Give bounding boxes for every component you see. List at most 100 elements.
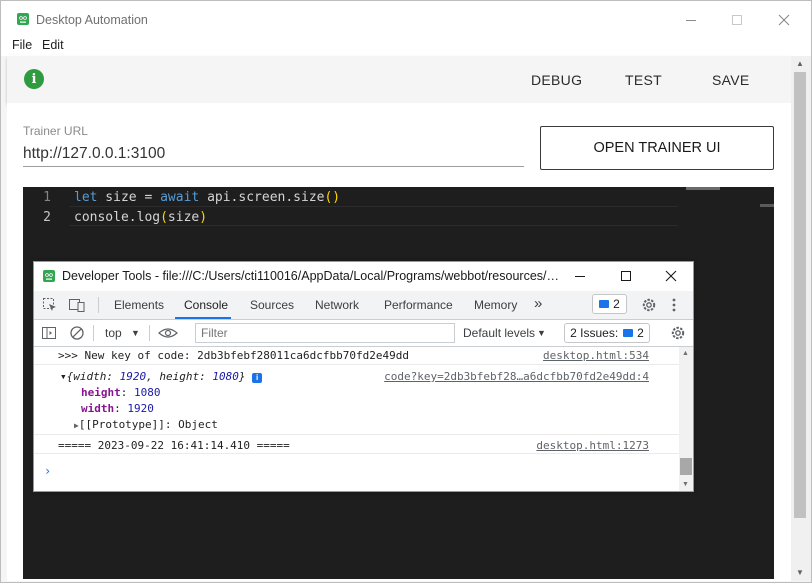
console-output: >>> New key of code: 2db3bfebf28011ca6dc… (34, 347, 679, 491)
maximize-icon (732, 15, 742, 25)
source-link[interactable]: desktop.html:534 (543, 349, 649, 362)
code-token: await (160, 190, 200, 205)
devtools-title: Developer Tools - file:///C:/Users/cti11… (62, 269, 562, 283)
code-token: let (74, 190, 98, 205)
code-token: ) (199, 210, 208, 225)
menu-bar: File Edit (1, 37, 811, 56)
property-value: 1920 (127, 402, 154, 415)
devtools-window: Developer Tools - file:///C:/Users/cti11… (33, 261, 694, 492)
tab-sources[interactable]: Sources (250, 298, 294, 312)
close-button[interactable] (761, 7, 807, 33)
tab-performance[interactable]: Performance (384, 298, 453, 312)
clear-console-icon[interactable] (69, 325, 85, 341)
log-levels-dropdown[interactable]: Default levels (463, 326, 535, 340)
console-filter-input[interactable] (195, 323, 455, 343)
console-message-text: >>> New key of code: 2db3bfebf28011ca6dc… (58, 349, 409, 362)
code-token: () (324, 190, 341, 205)
debug-button[interactable]: DEBUG (531, 72, 582, 88)
trainer-url-input[interactable] (23, 141, 524, 167)
save-button[interactable]: SAVE (712, 72, 750, 88)
property-value: 1080 (134, 386, 161, 399)
object-summary-width: 1920 (119, 370, 147, 383)
sidebar-toggle-icon[interactable] (41, 325, 57, 341)
console-settings-gear-icon[interactable] (670, 325, 686, 341)
code-line-1[interactable]: let size = await api.screen.size() (74, 190, 340, 205)
devtools-close-button[interactable] (654, 265, 688, 287)
divider (149, 325, 150, 341)
window-title: Desktop Automation (36, 13, 148, 27)
console-message: >>> New key of code: 2db3bfebf28011ca6dc… (34, 347, 679, 365)
scroll-down-arrow-icon[interactable]: ▼ (682, 481, 689, 488)
menu-file[interactable]: File (12, 38, 32, 52)
object-summary-mid: , height: (146, 370, 213, 383)
inspect-element-icon[interactable] (42, 297, 58, 313)
prototype-row[interactable]: ▶[[Prototype]]: Object (74, 418, 218, 431)
minimize-button[interactable] (668, 7, 714, 33)
messages-badge[interactable]: 2 (592, 294, 627, 314)
info-icon[interactable]: i (24, 69, 44, 89)
tab-console[interactable]: Console (184, 298, 228, 312)
device-toolbar-icon[interactable] (68, 297, 86, 313)
object-summary-suffix: } (238, 370, 246, 383)
source-link[interactable]: code?key=2db3bfebf28…a6dcfbb70fd2e49dd:4 (384, 370, 649, 383)
webbot-logo-icon (43, 270, 55, 282)
line-number: 2 (43, 210, 51, 225)
tab-elements[interactable]: Elements (114, 298, 164, 312)
property-key: height (81, 386, 121, 399)
trainer-url-label: Trainer URL (23, 124, 88, 138)
console-filter-bar: top ▼ Default levels ▼ 2 Issues: 2 (34, 320, 693, 347)
more-tabs-icon[interactable]: » (534, 295, 542, 312)
minimize-icon (686, 20, 696, 21)
console-scrollbar[interactable]: ▲ ▼ (679, 347, 693, 491)
issues-button[interactable]: 2 Issues: 2 (564, 323, 650, 343)
divider (93, 325, 94, 341)
issues-label: 2 Issues: (570, 326, 619, 340)
code-token: size = (97, 190, 161, 205)
dropdown-arrow-icon[interactable]: ▼ (537, 328, 546, 338)
maximize-icon (621, 271, 631, 281)
scroll-down-arrow-icon[interactable]: ▼ (796, 568, 804, 577)
scroll-up-arrow-icon[interactable]: ▲ (796, 59, 804, 68)
context-selector[interactable]: top (105, 326, 122, 340)
toolbar: i DEBUG TEST SAVE (7, 56, 791, 103)
test-button[interactable]: TEST (625, 72, 662, 88)
devtools-maximize-button[interactable] (609, 265, 643, 287)
dropdown-arrow-icon[interactable]: ▼ (131, 328, 140, 338)
kebab-menu-icon[interactable] (671, 297, 677, 313)
settings-gear-icon[interactable] (641, 297, 657, 313)
close-icon (665, 270, 677, 282)
console-prompt-icon[interactable]: › (44, 464, 51, 478)
maximize-button[interactable] (714, 7, 760, 33)
object-summary-height: 1080 (212, 370, 239, 383)
message-icon (623, 329, 634, 337)
menu-edit[interactable]: Edit (42, 38, 64, 52)
scroll-up-arrow-icon[interactable]: ▲ (682, 350, 689, 357)
disclosure-triangle-icon[interactable]: ▾ (60, 370, 67, 383)
open-trainer-ui-button[interactable]: OPEN TRAINER UI (540, 126, 774, 170)
code-token: console.log (74, 210, 161, 225)
console-message-text: ===== 2023-09-22 16:41:14.410 ===== (58, 439, 290, 452)
editor-scrollbar-marker[interactable] (760, 204, 774, 207)
object-expander[interactable]: ▾{width: 1920, height: 1080} i (60, 370, 263, 383)
window-scrollbar[interactable]: ▲ ▼ (791, 56, 811, 581)
property-key: width (81, 402, 115, 415)
object-property: height: 1080 (81, 386, 161, 399)
divider (98, 297, 99, 313)
active-tab-indicator (175, 317, 231, 319)
eye-icon[interactable] (158, 326, 178, 340)
devtools-minimize-button[interactable] (563, 265, 597, 287)
console-message: ===== 2023-09-22 16:41:14.410 ===== desk… (34, 435, 679, 454)
title-bar: Desktop Automation (1, 1, 811, 37)
minimize-icon (575, 276, 585, 277)
scrollbar-thumb[interactable] (680, 458, 692, 475)
console-message: ▾{width: 1920, height: 1080} i code?key=… (34, 365, 679, 435)
source-link[interactable]: desktop.html:1273 (536, 439, 649, 452)
tab-network[interactable]: Network (315, 298, 359, 312)
scrollbar-thumb[interactable] (794, 72, 806, 518)
code-token: api.screen.size (199, 190, 325, 205)
code-line-2[interactable]: console.log(size) (74, 210, 207, 225)
issues-count: 2 (637, 326, 644, 340)
devtools-title-bar: Developer Tools - file:///C:/Users/cti11… (34, 262, 693, 290)
tab-memory[interactable]: Memory (474, 298, 517, 312)
info-icon[interactable]: i (252, 373, 263, 383)
